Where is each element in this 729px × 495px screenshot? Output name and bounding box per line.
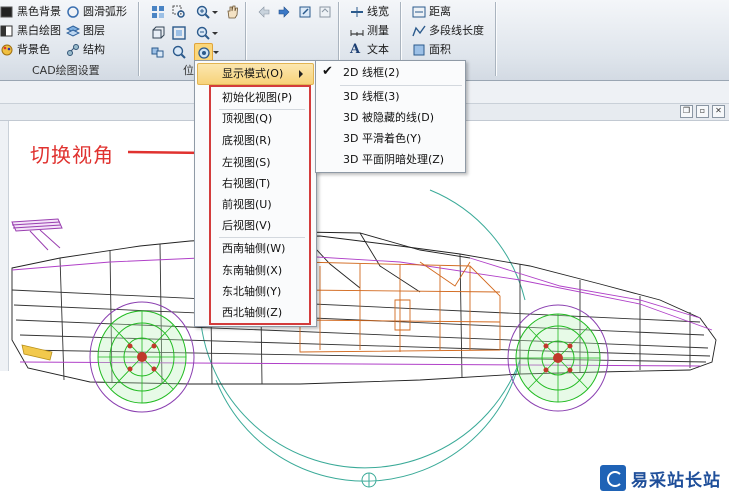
car-interior (299, 261, 501, 353)
menu-item-ne-iso[interactable]: 东北轴侧(Y) (222, 282, 281, 302)
menu-item-init-view[interactable]: 初始化视图(P) (222, 88, 292, 108)
submenu-item-3d-wireframe[interactable]: 3D 线框(3) (343, 87, 400, 107)
menu-item-se-iso[interactable]: 东南轴侧(X) (222, 261, 282, 281)
watermark-text: 易采站长站 (631, 470, 721, 491)
annotation-label: 切换视角 (30, 143, 114, 167)
menu-item-sw-iso[interactable]: 西南轴侧(W) (222, 239, 285, 259)
submenu-item-3d-hidden[interactable]: 3D 被隐藏的线(D) (343, 108, 434, 128)
front-light (21, 344, 53, 361)
front-wheel (89, 301, 195, 413)
rear-spoiler (11, 218, 63, 251)
view-dropdown-menu: 显示模式(O) 初始化视图(P) 顶视图(Q) 底视图(R) 左视图(S) 右视… (194, 60, 317, 327)
submenu-arrow-icon (299, 70, 307, 78)
menu-item-nw-iso[interactable]: 西北轴侧(Z) (222, 303, 282, 323)
menu-item-back-view[interactable]: 后视图(V) (222, 216, 271, 236)
menu-item-bottom-view[interactable]: 底视图(R) (222, 131, 271, 151)
menu-item-top-view[interactable]: 顶视图(Q) (222, 109, 272, 129)
checkmark-icon: ✔ (322, 64, 333, 79)
display-mode-label: 显示模式(O) (222, 67, 284, 80)
watermark-logo-icon (600, 465, 626, 491)
menu-item-left-view[interactable]: 左视图(S) (222, 153, 271, 173)
menu-item-front-view[interactable]: 前视图(U) (222, 195, 272, 215)
submenu-item-2d-wireframe[interactable]: 2D 线框(2) (343, 63, 400, 83)
menu-separator (340, 85, 462, 86)
menu-item-display-mode[interactable]: 显示模式(O) (197, 63, 314, 85)
watermark: 易采站长站 (596, 461, 729, 495)
display-mode-submenu: ✔ 2D 线框(2) 3D 线框(3) 3D 被隐藏的线(D) 3D 平滑着色(… (315, 60, 466, 173)
submenu-item-3d-flat[interactable]: 3D 平面阴暗处理(Z) (343, 150, 444, 170)
menu-separator (219, 237, 305, 238)
menu-item-right-view[interactable]: 右视图(T) (222, 174, 270, 194)
submenu-item-3d-smooth[interactable]: 3D 平滑着色(Y) (343, 129, 421, 149)
rear-wheel (507, 304, 609, 412)
